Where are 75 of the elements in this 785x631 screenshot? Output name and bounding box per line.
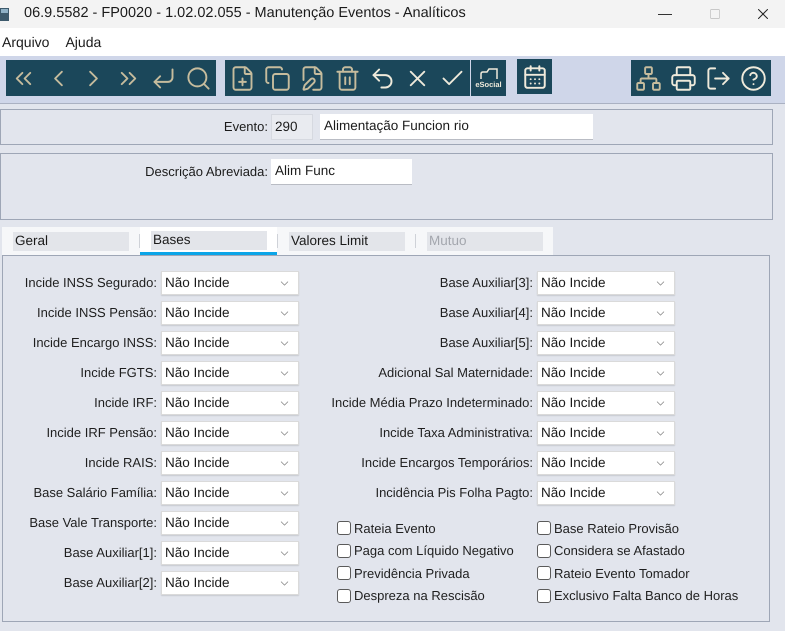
- event-name-field[interactable]: Alimentação Funcion rio: [320, 114, 593, 140]
- checkbox[interactable]: [337, 566, 351, 580]
- calendar-button[interactable]: [517, 59, 552, 94]
- dropdown[interactable]: Não Incide: [537, 421, 675, 445]
- tab[interactable]: Bases: [140, 227, 277, 255]
- dropdown[interactable]: Não Incide: [537, 481, 675, 505]
- window-title: 06.9.5582 - FP0020 - 1.02.02.055 - Manutenção Eventos - Analíticos: [24, 4, 466, 24]
- search-icon: [185, 64, 212, 92]
- copy-icon: [264, 64, 291, 92]
- checkbox-label: Paga com Líquido Negativo: [354, 542, 514, 560]
- checkbox[interactable]: [537, 544, 551, 558]
- checkbox[interactable]: [337, 588, 351, 603]
- field-label: Incide Taxa Administrativa:: [379, 424, 533, 442]
- field-label: Incide INSS Segurado:: [24, 274, 157, 292]
- checkbox-label: Despreza na Rescisão: [354, 587, 485, 605]
- field-label: Base Auxiliar[3]:: [440, 274, 533, 292]
- hierarchy-icon: [635, 64, 662, 92]
- field-label: Evento:: [224, 118, 268, 136]
- field-label: Incide FGTS:: [80, 364, 157, 382]
- dropdown[interactable]: Não Incide: [161, 421, 299, 445]
- dropdown[interactable]: Não Incide: [161, 541, 299, 565]
- field-label: Descrição Abreviada:: [145, 163, 268, 182]
- field-label: Incidência Pis Folha Pagto:: [375, 484, 533, 502]
- checkbox-label: Previdência Privada: [354, 564, 470, 582]
- field-label: Incide IRF Pensão:: [46, 424, 157, 442]
- help-icon: [740, 64, 767, 92]
- dropdown[interactable]: Não Incide: [161, 301, 299, 325]
- maximize-icon: [709, 8, 721, 20]
- field-label: Base Auxiliar[1]:: [64, 544, 157, 562]
- dropdown[interactable]: Não Incide: [161, 451, 299, 475]
- field-label: Incide IRF:: [94, 394, 157, 412]
- dropdown[interactable]: Não Incide: [537, 271, 675, 295]
- calendar-icon: [522, 64, 548, 90]
- checkbox[interactable]: [537, 521, 551, 536]
- checkbox-label: Rateio Evento Tomador: [554, 564, 690, 582]
- dropdown[interactable]: Não Incide: [537, 331, 675, 355]
- checkbox[interactable]: [337, 521, 351, 536]
- field-label: Base Auxiliar[4]:: [440, 304, 533, 322]
- trash-icon: [334, 64, 361, 92]
- checkbox[interactable]: [537, 566, 551, 580]
- dropdown[interactable]: Não Incide: [161, 571, 299, 595]
- dropdown[interactable]: Não Incide: [161, 331, 299, 355]
- dropdown[interactable]: Não Incide: [537, 391, 675, 415]
- field-label: Base Auxiliar[2]:: [64, 574, 157, 592]
- printer-icon: [670, 64, 697, 92]
- menu-item[interactable]: Ajuda: [65, 32, 102, 52]
- short-description-field[interactable]: Alim Func: [271, 159, 412, 185]
- field-label: Incide Encargo INSS:: [32, 334, 157, 352]
- exit-icon: [705, 64, 732, 92]
- dropdown[interactable]: Não Incide: [161, 271, 299, 295]
- dropdown[interactable]: Não Incide: [537, 301, 675, 325]
- checkbox[interactable]: [337, 544, 351, 558]
- field-label: Base Auxiliar[5]:: [440, 334, 533, 352]
- dropdown[interactable]: Não Incide: [537, 361, 675, 385]
- event-code-field[interactable]: 290: [271, 114, 313, 140]
- dropdown[interactable]: Não Incide: [161, 391, 299, 415]
- checkbox-label: Base Rateio Provisão: [554, 520, 680, 538]
- field-label: Adicional Sal Maternidade:: [378, 364, 533, 382]
- field-label: Incide Encargos Temporários:: [361, 454, 533, 472]
- dropdown[interactable]: Não Incide: [537, 451, 675, 475]
- field-label: Base Salário Família:: [33, 484, 157, 502]
- field-label: Incide INSS Pensão:: [37, 304, 157, 322]
- dropdown[interactable]: Não Incide: [161, 511, 299, 535]
- field-label: Incide RAIS:: [84, 454, 157, 472]
- dropdown[interactable]: Não Incide: [161, 361, 299, 385]
- checkbox[interactable]: [537, 588, 551, 603]
- app-icon: [0, 8, 9, 20]
- checkbox-label: Rateia Evento: [354, 520, 436, 538]
- dropdown[interactable]: Não Incide: [161, 481, 299, 505]
- menu-item[interactable]: Arquivo: [2, 32, 50, 52]
- checkbox-label: Exclusivo Falta Banco de Horas: [554, 587, 738, 605]
- checkbox-label: Considera se Afastado: [554, 542, 685, 560]
- field-label: Incide Média Prazo Indeterminado:: [331, 394, 533, 412]
- field-label: Base Vale Transporte:: [29, 514, 157, 532]
- esocial-logo-icon: [480, 68, 498, 80]
